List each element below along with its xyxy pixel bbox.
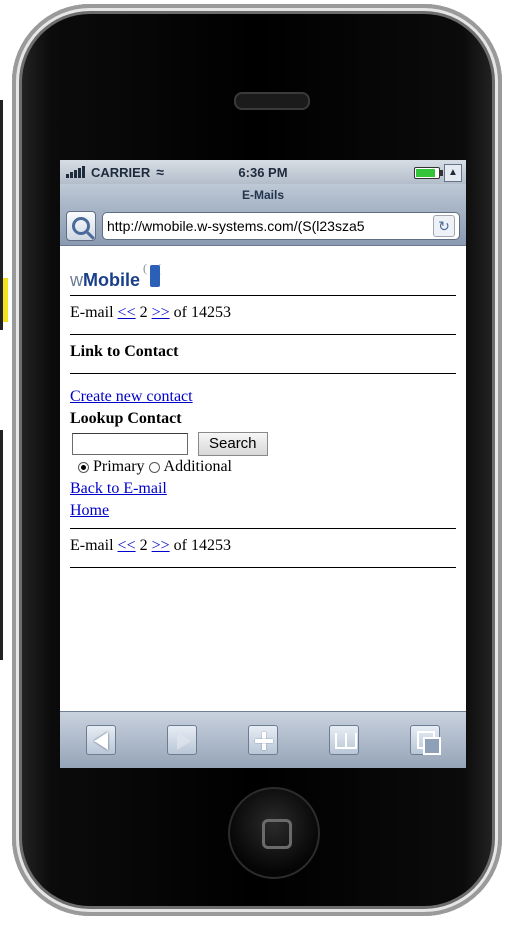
lookup-label: Lookup Contact (70, 410, 182, 427)
pages-icon (417, 731, 442, 755)
phone-screen: CARRIER ≈ 6:36 PM ▲ E-Mails http://wmobi… (60, 160, 466, 768)
pager-prev-link[interactable]: << (118, 304, 136, 321)
bookmarks-button[interactable] (328, 724, 360, 756)
create-contact-link[interactable]: Create new contact (70, 388, 193, 405)
radio-primary[interactable] (78, 461, 89, 473)
add-button[interactable] (247, 724, 279, 756)
radio-primary-label: Primary (93, 458, 145, 475)
pager-next-link[interactable]: >> (152, 304, 170, 321)
forward-arrow-icon (176, 732, 191, 750)
pager-prev-link-bottom[interactable]: << (118, 537, 136, 554)
speaker-grille (234, 92, 310, 110)
pager-top: E-mail << 2 >> of 14253 (70, 296, 456, 335)
home-link[interactable]: Home (70, 502, 109, 519)
home-square-icon (262, 819, 292, 849)
lookup-input[interactable] (72, 433, 188, 455)
section-heading: Link to Contact (70, 335, 456, 374)
carrier-label: CARRIER (91, 164, 151, 180)
status-bar: CARRIER ≈ 6:36 PM ▲ (60, 160, 466, 184)
wifi-icon: ≈ (156, 164, 164, 180)
pages-button[interactable] (409, 724, 442, 756)
lookup-search-row: Search (72, 432, 456, 456)
url-field[interactable]: http://wmobile.w-systems.com/(S(l23sza5 … (102, 211, 460, 240)
lookup-search-button[interactable]: Search (198, 432, 268, 456)
page-content: wMobile (( E-mail << 2 >> of 14253 Link … (60, 246, 466, 568)
bookmarks-icon (335, 733, 358, 749)
battery-icon (414, 167, 443, 179)
address-bar: http://wmobile.w-systems.com/(S(l23sza5 … (60, 206, 466, 246)
pager-next-link-bottom[interactable]: >> (152, 537, 170, 554)
plus-icon (254, 732, 273, 750)
forward-button[interactable] (166, 724, 198, 756)
radio-additional[interactable] (148, 461, 160, 473)
pager-page-number-bottom: 2 (139, 537, 148, 554)
radio-additional-label: Additional (163, 458, 232, 475)
home-button[interactable] (228, 787, 320, 879)
page-title: E-Mails (60, 184, 466, 206)
lookup-section: Create new contact Lookup Contact Search… (70, 374, 456, 528)
url-text: http://wmobile.w-systems.com/(S(l23sza5 (107, 217, 365, 234)
back-to-email-link[interactable]: Back to E-mail (70, 480, 167, 497)
lookup-radio-group: Primary Additional (78, 456, 456, 478)
reload-icon[interactable]: ↻ (433, 214, 455, 237)
back-button[interactable] (85, 724, 117, 756)
wmobile-logo: wMobile (( (70, 246, 456, 296)
phone-logo-icon: (( (142, 261, 172, 291)
browser-toolbar (60, 711, 466, 768)
search-icon (72, 216, 90, 235)
pager-bottom: E-mail << 2 >> of 14253 (70, 528, 456, 568)
signal-bars-icon (66, 166, 85, 178)
orientation-icon: ▲ (444, 164, 462, 182)
search-button[interactable] (66, 210, 96, 241)
back-arrow-icon (93, 732, 108, 750)
background-page-strip (0, 0, 12, 925)
pager-page-number: 2 (139, 304, 148, 321)
